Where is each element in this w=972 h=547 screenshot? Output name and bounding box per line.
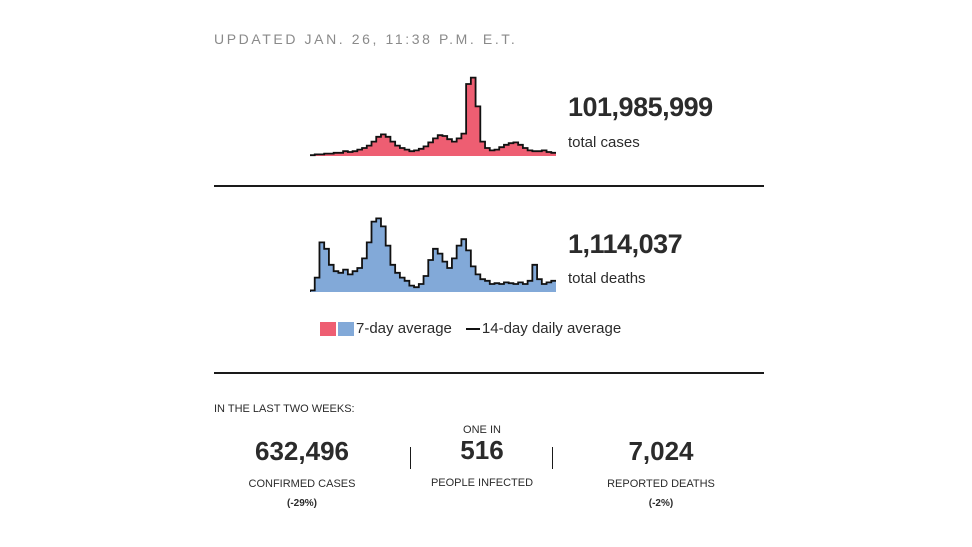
divider-rule-top	[214, 185, 764, 187]
chart-legend: 7-day average 14-day daily average	[320, 320, 621, 337]
deaths-bar	[513, 284, 518, 292]
deaths-bar	[338, 273, 343, 292]
people-infected-label: PEOPLE INFECTED	[430, 477, 534, 489]
updated-timestamp: UPDATED JAN. 26, 11:38 P.M. E.T.	[214, 31, 518, 47]
total-deaths-label: total deaths	[568, 270, 646, 287]
stat-divider-2	[552, 447, 553, 469]
reported-deaths-stat: 7,024 REPORTED DEATHS (-2%)	[581, 436, 741, 509]
deaths-chart-svg	[310, 217, 556, 292]
deaths-bar	[499, 284, 504, 292]
deaths-bar	[334, 271, 339, 292]
total-deaths-number: 1,114,037	[568, 229, 683, 259]
cases-chart	[310, 72, 556, 158]
confirmed-cases-value: 632,496	[255, 436, 349, 466]
total-cases-number: 101,985,999	[568, 92, 713, 122]
last-two-weeks-title: IN THE LAST TWO WEEKS:	[214, 403, 355, 415]
deaths-bar	[490, 284, 495, 292]
stat-divider-1	[410, 447, 411, 469]
divider-rule-bottom	[214, 372, 764, 374]
legend-14day-label: 14-day daily average	[481, 320, 622, 337]
confirmed-cases-label: CONFIRMED CASES	[248, 478, 356, 490]
deaths-bar	[447, 268, 452, 292]
cases-bar	[452, 142, 457, 156]
total-cases-label: total cases	[568, 134, 640, 151]
deaths-bar	[376, 218, 381, 292]
cases-swatch	[320, 321, 336, 336]
legend-7day-label: 7-day average	[356, 320, 452, 337]
deaths-chart	[310, 208, 556, 294]
cases-chart-svg	[310, 76, 556, 157]
deaths-bar	[523, 284, 528, 292]
confirmed-cases-stat: 632,496 CONFIRMED CASES (-29%)	[222, 436, 382, 509]
deaths-swatch	[338, 321, 354, 336]
people-infected-stat: ONE IN 516 PEOPLE INFECTED	[412, 424, 552, 489]
reported-deaths-change: (-2%)	[648, 498, 674, 509]
deaths-bar	[542, 284, 547, 292]
people-infected-value: 516	[460, 435, 504, 465]
reported-deaths-label: REPORTED DEATHS	[607, 478, 715, 490]
deaths-bar	[348, 274, 353, 292]
reported-deaths-value: 7,024	[628, 436, 694, 466]
legend-line-icon	[465, 327, 480, 330]
confirmed-cases-change: (-29%)	[286, 498, 317, 509]
